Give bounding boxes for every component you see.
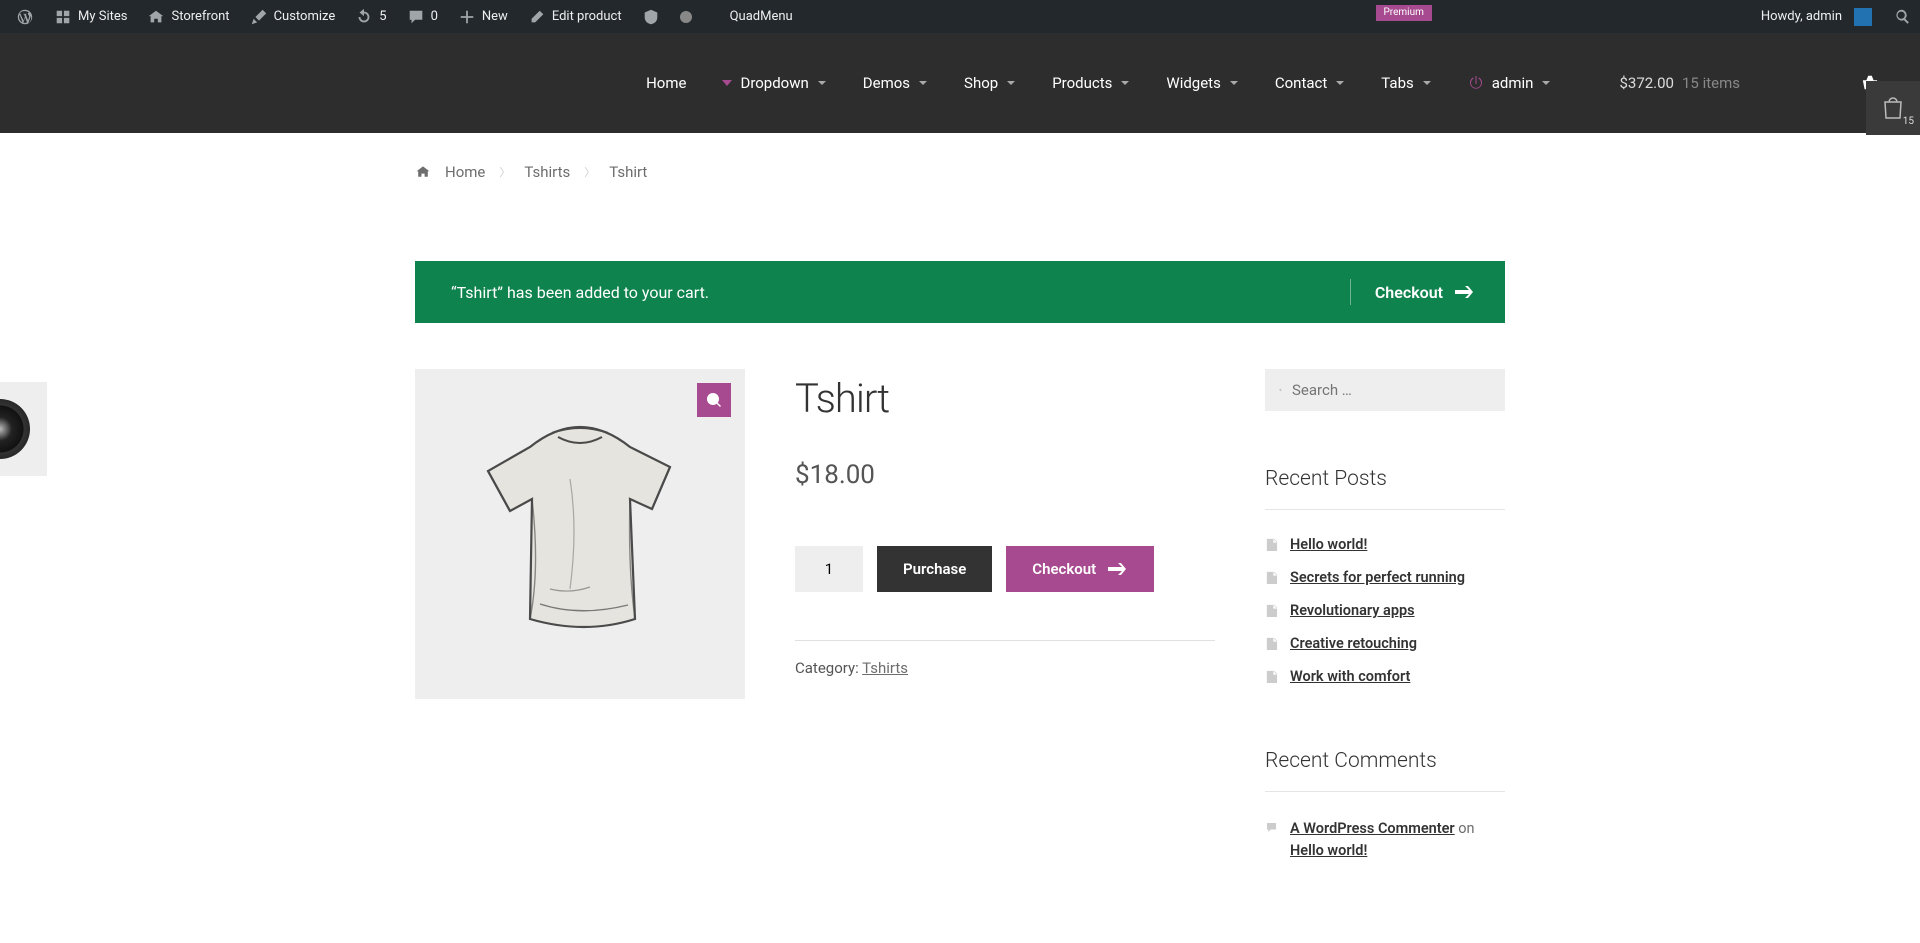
meta-category-link[interactable]: Tshirts bbox=[862, 659, 908, 677]
nav-products[interactable]: Products bbox=[1034, 33, 1148, 133]
site-name[interactable]: Storefront bbox=[139, 0, 237, 33]
arrow-right-icon bbox=[1455, 286, 1475, 298]
comment-on-text: on bbox=[1455, 820, 1475, 837]
breadcrumb-sep: 〉 bbox=[499, 164, 510, 180]
cart-notice: “Tshirt” has been added to your cart. Ch… bbox=[415, 261, 1505, 323]
breadcrumb-current: Tshirt bbox=[609, 163, 647, 181]
nav-home[interactable]: Home bbox=[628, 33, 704, 133]
nav-widgets[interactable]: Widgets bbox=[1148, 33, 1256, 133]
doc-icon bbox=[1265, 604, 1278, 617]
post-link[interactable]: Revolutionary apps bbox=[1290, 602, 1415, 619]
yoast-link[interactable] bbox=[634, 0, 668, 33]
chevron-down-icon bbox=[1335, 78, 1345, 88]
recent-posts-widget: Recent Posts Hello world! Secrets for pe… bbox=[1265, 467, 1505, 693]
doc-icon bbox=[1265, 670, 1278, 683]
product-meta: Category: Tshirts bbox=[795, 640, 1215, 677]
post-link[interactable]: Hello world! bbox=[1290, 536, 1367, 553]
admin-search-icon[interactable] bbox=[1894, 8, 1912, 26]
zoom-button[interactable] bbox=[697, 383, 731, 417]
add-to-cart-form: Purchase Checkout bbox=[795, 546, 1215, 592]
howdy-account[interactable]: Howdy, admin bbox=[1753, 0, 1880, 33]
floating-cart-badge: 15 bbox=[1903, 116, 1914, 127]
post-link[interactable]: Work with comfort bbox=[1290, 668, 1410, 685]
widget-title: Recent Posts bbox=[1265, 467, 1505, 510]
doc-icon bbox=[1265, 538, 1278, 551]
power-icon bbox=[1468, 75, 1484, 91]
product-title: Tshirt bbox=[795, 375, 1215, 422]
quadmenu-link[interactable]: QuadMenu bbox=[722, 0, 801, 33]
avatar-icon bbox=[1854, 8, 1872, 26]
list-item: Creative retouching bbox=[1265, 627, 1505, 660]
arrow-right-icon bbox=[1108, 563, 1128, 575]
recent-comments-widget: Recent Comments A WordPress Commenter on… bbox=[1265, 749, 1505, 870]
wp-logo[interactable] bbox=[8, 0, 42, 33]
notice-checkout-link[interactable]: Checkout bbox=[1375, 283, 1475, 302]
comments-link[interactable]: 0 bbox=[399, 0, 446, 33]
bag-icon bbox=[1881, 96, 1905, 120]
quantity-input[interactable] bbox=[795, 546, 863, 592]
checkout-button[interactable]: Checkout bbox=[1006, 546, 1154, 592]
cart-summary[interactable]: $372.00 15 items bbox=[1619, 74, 1740, 92]
breadcrumb-home[interactable]: Home bbox=[445, 163, 485, 181]
wp-admin-bar: My Sites Storefront Customize 5 0 New Ed… bbox=[0, 0, 1920, 33]
premium-badge: Premium bbox=[1375, 5, 1431, 21]
list-item: Revolutionary apps bbox=[1265, 594, 1505, 627]
circle-status-icon[interactable] bbox=[672, 0, 700, 33]
meta-label: Category: bbox=[795, 659, 862, 677]
list-item: Work with comfort bbox=[1265, 660, 1505, 693]
cart-items-count: 15 items bbox=[1682, 74, 1740, 92]
cart-total: $372.00 bbox=[1619, 74, 1674, 92]
edit-product-link[interactable]: Edit product bbox=[520, 0, 630, 33]
doc-icon bbox=[1265, 637, 1278, 650]
disc-icon bbox=[0, 399, 30, 459]
breadcrumb-sep: 〉 bbox=[584, 164, 595, 180]
post-link[interactable]: Secrets for perfect running bbox=[1290, 569, 1465, 586]
customize-link[interactable]: Customize bbox=[242, 0, 344, 33]
chevron-down-icon bbox=[1120, 78, 1130, 88]
nav-shop[interactable]: Shop bbox=[946, 33, 1034, 133]
comment-icon bbox=[1265, 821, 1278, 834]
nav-demos[interactable]: Demos bbox=[845, 33, 946, 133]
sidebar: Recent Posts Hello world! Secrets for pe… bbox=[1265, 369, 1505, 870]
purchase-button[interactable]: Purchase bbox=[877, 546, 992, 592]
product-image[interactable] bbox=[415, 369, 745, 699]
post-link[interactable]: Creative retouching bbox=[1290, 635, 1417, 652]
zoom-icon bbox=[706, 392, 722, 408]
chevron-down-icon bbox=[817, 78, 827, 88]
chevron-down-icon bbox=[1541, 78, 1551, 88]
main-nav: Home Dropdown Demos Shop Products Widget… bbox=[0, 33, 1920, 133]
nav-contact[interactable]: Contact bbox=[1257, 33, 1363, 133]
comment-post-link[interactable]: Hello world! bbox=[1290, 842, 1367, 859]
search-box[interactable] bbox=[1265, 369, 1505, 411]
list-item: Hello world! bbox=[1265, 528, 1505, 561]
list-item: Secrets for perfect running bbox=[1265, 561, 1505, 594]
tshirt-illustration bbox=[470, 419, 690, 649]
prev-product-peek[interactable] bbox=[0, 382, 47, 476]
chevron-down-icon bbox=[1006, 78, 1016, 88]
nav-tabs[interactable]: PremiumTabs bbox=[1363, 33, 1449, 133]
list-item: A WordPress Commenter on Hello world! bbox=[1265, 810, 1505, 870]
product-price: $18.00 bbox=[795, 460, 1215, 490]
chevron-down-icon bbox=[918, 78, 928, 88]
my-sites[interactable]: My Sites bbox=[46, 0, 135, 33]
floating-cart-button[interactable]: 15 bbox=[1866, 81, 1920, 135]
nav-admin[interactable]: admin bbox=[1450, 33, 1570, 133]
breadcrumb: Home 〉 Tshirts 〉 Tshirt bbox=[415, 133, 1505, 191]
chevron-down-icon bbox=[1422, 78, 1432, 88]
notice-message: “Tshirt” has been added to your cart. bbox=[451, 283, 709, 302]
search-input[interactable] bbox=[1292, 381, 1491, 399]
comment-author-link[interactable]: A WordPress Commenter bbox=[1290, 820, 1455, 837]
product-summary: Tshirt $18.00 Purchase Checkout Category… bbox=[795, 369, 1215, 870]
home-icon bbox=[415, 164, 431, 180]
notice-divider bbox=[1350, 279, 1351, 305]
nav-dropdown[interactable]: Dropdown bbox=[704, 33, 844, 133]
chevron-down-icon bbox=[1229, 78, 1239, 88]
doc-icon bbox=[1265, 571, 1278, 584]
search-icon bbox=[1279, 382, 1282, 398]
new-link[interactable]: New bbox=[450, 0, 516, 33]
dropdown-arrow-icon bbox=[722, 74, 732, 92]
updates-link[interactable]: 5 bbox=[347, 0, 394, 33]
breadcrumb-category[interactable]: Tshirts bbox=[524, 163, 570, 181]
widget-title: Recent Comments bbox=[1265, 749, 1505, 792]
